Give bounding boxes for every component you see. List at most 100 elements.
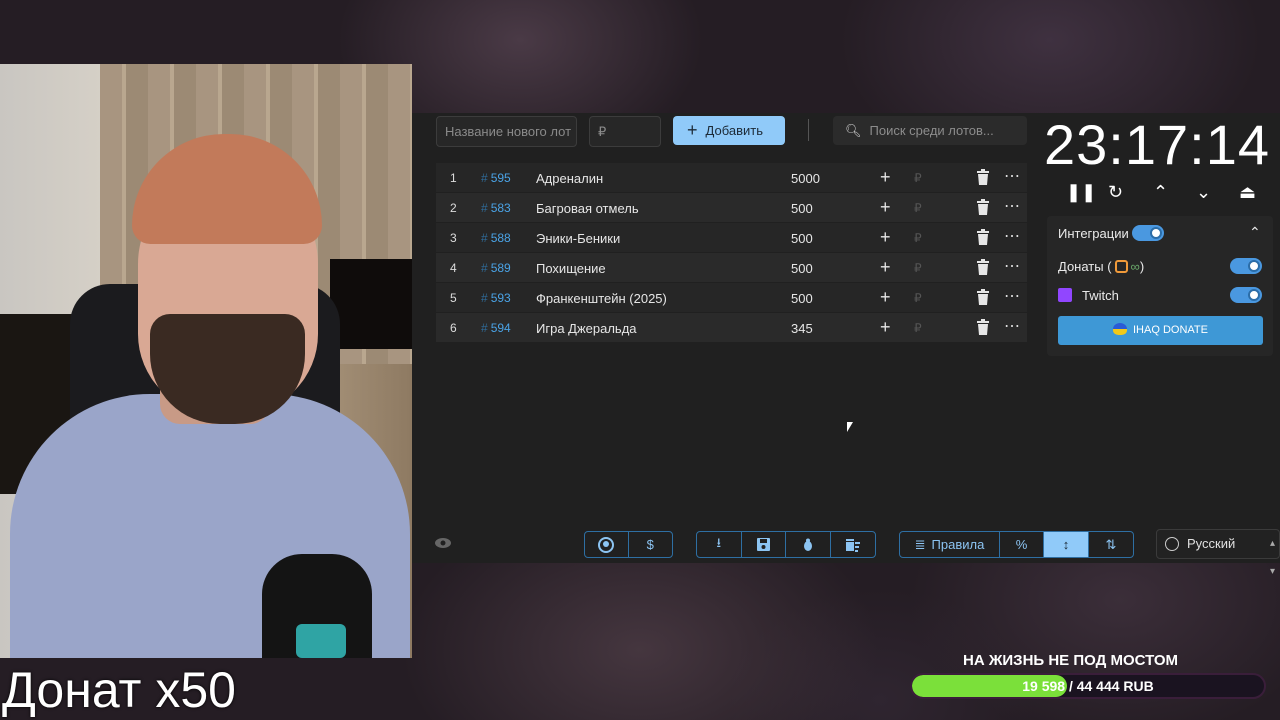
- save-button[interactable]: [742, 532, 786, 557]
- lot-name[interactable]: Игра Джеральда: [536, 321, 637, 336]
- lot-row[interactable]: 3 #588 Эники-Беники 500 + ₽ ⋯: [436, 223, 1027, 253]
- add-amount-button[interactable]: +: [880, 167, 891, 188]
- lot-search-input[interactable]: 🔍︎ Поиск среди лотов...: [833, 116, 1027, 145]
- collapse-icon[interactable]: ⌃: [1249, 224, 1261, 241]
- lot-row[interactable]: 5 #593 Франкенштейн (2025) 500 + ₽ ⋯: [436, 283, 1027, 313]
- lot-number: 5: [450, 291, 457, 305]
- subtract-time-button[interactable]: ⌄: [1196, 182, 1211, 203]
- donate-support-button[interactable]: $: [629, 532, 673, 557]
- plus-icon: +: [687, 120, 698, 140]
- donations-label: Донаты (∞): [1058, 259, 1144, 274]
- lot-currency-input[interactable]: ₽: [914, 291, 922, 305]
- ihaq-donate-button[interactable]: IHAQ DONATE: [1058, 316, 1263, 345]
- eye-icon[interactable]: [434, 537, 452, 549]
- add-amount-button[interactable]: +: [880, 197, 891, 218]
- rules-button[interactable]: ≣ Правила: [900, 532, 1000, 557]
- book-icon: ≣: [914, 536, 926, 552]
- delete-icon[interactable]: [976, 229, 990, 245]
- github-icon: [598, 536, 615, 553]
- delete-icon[interactable]: [976, 169, 990, 185]
- lot-amount: 500: [791, 231, 813, 246]
- lot-row[interactable]: 1 #595 Адреналин 5000 + ₽ ⋯: [436, 163, 1027, 193]
- globe-icon: [1165, 537, 1179, 551]
- timer-panel: 23:17:14 ❚❚ ↻ ⌃ ⌄ ⏏: [1042, 110, 1280, 210]
- lot-name[interactable]: Франкенштейн (2025): [536, 291, 667, 306]
- add-amount-button[interactable]: +: [880, 317, 891, 338]
- lot-amount: 500: [791, 291, 813, 306]
- lot-id-value: 589: [490, 261, 511, 275]
- lots-table: 1 #595 Адреналин 5000 + ₽ ⋯ 2 #583 Багровая отмел…: [436, 163, 1027, 343]
- twitch-toggle[interactable]: [1230, 287, 1262, 303]
- lot-currency-input[interactable]: ₽: [914, 261, 922, 275]
- donationalerts-icon: [1114, 260, 1128, 273]
- lot-number: 1: [450, 171, 457, 185]
- integrations-toggle[interactable]: [1132, 225, 1164, 241]
- poster: [330, 259, 412, 349]
- chevron-up-icon: ⌃: [1153, 182, 1169, 202]
- lot-id[interactable]: #589: [481, 261, 511, 275]
- delete-icon[interactable]: [976, 199, 990, 215]
- search-placeholder: Поиск среди лотов...: [869, 123, 994, 138]
- clear-lots-button[interactable]: [831, 532, 875, 557]
- lot-row[interactable]: 2 #583 Багровая отмель 500 + ₽ ⋯: [436, 193, 1027, 223]
- lot-currency-input[interactable]: ₽: [914, 321, 922, 335]
- language-value: Русский: [1187, 536, 1236, 551]
- bug-icon: [803, 538, 812, 551]
- lot-id[interactable]: #588: [481, 231, 511, 245]
- lot-name[interactable]: Похищение: [536, 261, 606, 276]
- lot-row[interactable]: 6 #594 Игра Джеральда 345 + ₽ ⋯: [436, 313, 1027, 343]
- more-options-icon[interactable]: ⋯: [1004, 226, 1021, 246]
- language-select[interactable]: Русский ▴ ▾: [1156, 529, 1280, 577]
- microphone-light: [296, 624, 346, 658]
- lot-currency-input[interactable]: ₽: [914, 231, 922, 245]
- mode-button-group: ≣ Правила % ↕ ⇅: [899, 531, 1134, 558]
- more-options-icon[interactable]: ⋯: [1004, 166, 1021, 186]
- new-lot-price-input[interactable]: ₽: [589, 116, 661, 147]
- pause-button[interactable]: ❚❚: [1066, 182, 1096, 203]
- lot-id[interactable]: #595: [481, 171, 511, 185]
- lot-name[interactable]: Багровая отмель: [536, 201, 639, 216]
- delete-icon[interactable]: [976, 319, 990, 335]
- more-options-icon[interactable]: ⋯: [1004, 316, 1021, 336]
- reset-button[interactable]: ↻: [1108, 182, 1123, 203]
- eject-icon: ⏏: [1239, 182, 1257, 202]
- lot-number: 2: [450, 201, 457, 215]
- add-amount-button[interactable]: +: [880, 287, 891, 308]
- delete-icon[interactable]: [976, 289, 990, 305]
- lot-name[interactable]: Адреналин: [536, 171, 603, 186]
- lot-id[interactable]: #593: [481, 291, 511, 305]
- add-lot-button[interactable]: + Добавить: [673, 116, 785, 145]
- lot-id-value: 594: [490, 321, 511, 335]
- save-icon: [756, 538, 770, 551]
- more-options-icon[interactable]: ⋯: [1004, 196, 1021, 216]
- lot-id[interactable]: #583: [481, 201, 511, 215]
- percent-mode-button[interactable]: %: [1000, 532, 1044, 557]
- timer-display: 23:17:14: [1044, 113, 1270, 176]
- donations-label-text: Донаты (: [1058, 259, 1112, 274]
- add-amount-button[interactable]: +: [880, 257, 891, 278]
- add-time-button[interactable]: ⌃: [1153, 182, 1168, 203]
- lot-amount: 5000: [791, 171, 820, 186]
- lot-currency-input[interactable]: ₽: [914, 171, 922, 185]
- lot-id[interactable]: #594: [481, 321, 511, 335]
- mouse-cursor: [847, 422, 853, 432]
- eject-button[interactable]: ⏏: [1239, 182, 1256, 203]
- donation-multiplier-caption: Донат x50: [2, 662, 236, 718]
- new-lot-name-input[interactable]: Название нового лот: [436, 116, 577, 147]
- download-button[interactable]: ⭳: [697, 532, 742, 557]
- bug-report-button[interactable]: [786, 532, 831, 557]
- more-options-icon[interactable]: ⋯: [1004, 286, 1021, 306]
- compact-view-button[interactable]: ↕: [1044, 532, 1089, 557]
- add-amount-button[interactable]: +: [880, 227, 891, 248]
- sort-button[interactable]: ⇅: [1089, 532, 1133, 557]
- github-button[interactable]: [585, 532, 629, 557]
- donations-toggle[interactable]: [1230, 258, 1262, 274]
- more-options-icon[interactable]: ⋯: [1004, 256, 1021, 276]
- hash-icon: #: [481, 231, 488, 245]
- lot-name[interactable]: Эники-Беники: [536, 231, 620, 246]
- lot-row[interactable]: 4 #589 Похищение 500 + ₽ ⋯: [436, 253, 1027, 283]
- lot-currency-input[interactable]: ₽: [914, 201, 922, 215]
- delete-icon[interactable]: [976, 259, 990, 275]
- hash-icon: #: [481, 171, 488, 185]
- lot-number: 6: [450, 321, 457, 335]
